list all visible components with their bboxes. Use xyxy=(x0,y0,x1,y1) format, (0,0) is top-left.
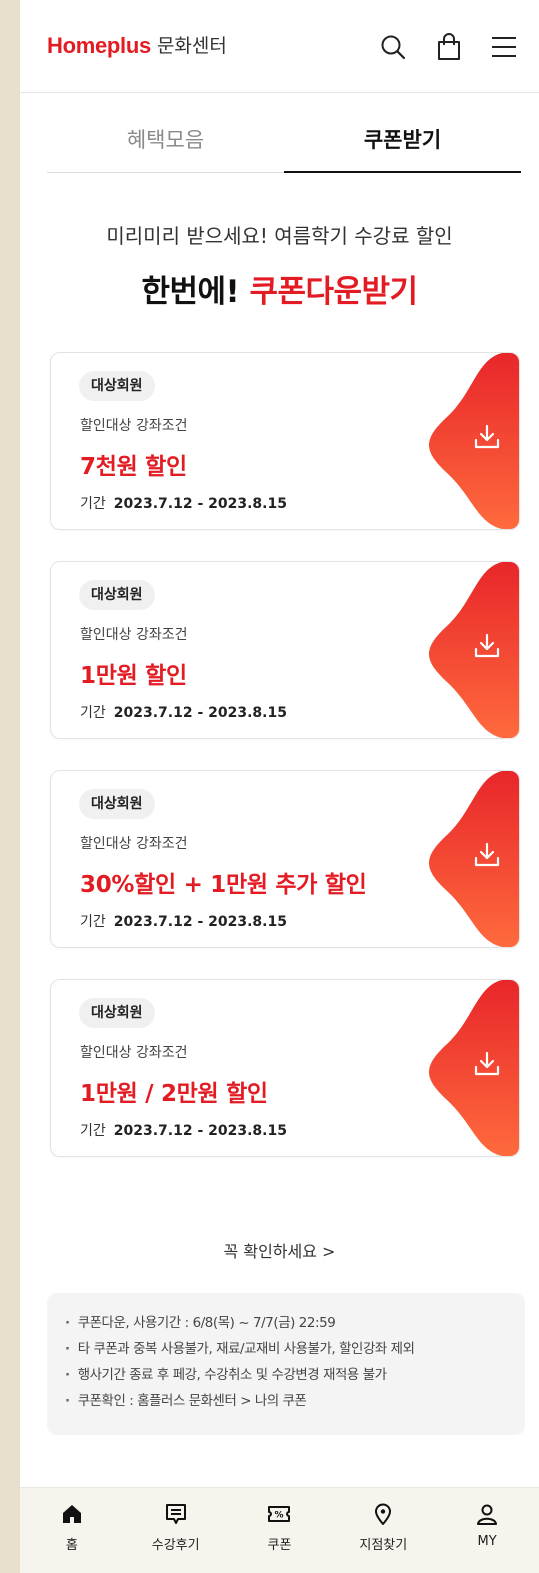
location-icon xyxy=(375,1503,392,1525)
period-dates: 2023.7.12 - 2023.8.15 xyxy=(113,705,287,721)
tab-bar: 혜택모음 쿠폰받기 xyxy=(47,112,521,173)
coupon-card: 대상회원 할인대상 강좌조건 30%할인 + 1만원 추가 할인 기간 2023.… xyxy=(50,770,520,948)
nav-label: MY xyxy=(477,1534,497,1549)
notice-item: 쿠폰다운, 사용기간 : 6/8(목) ~ 7/7(금) 22:59 xyxy=(65,1311,525,1337)
home-icon xyxy=(62,1505,81,1523)
coupon-condition: 할인대상 강좌조건 xyxy=(80,1045,188,1061)
logo[interactable]: Homeplus 문화센터 xyxy=(47,32,227,60)
period-label: 기간 xyxy=(80,1123,106,1139)
coupon-period: 기간 2023.7.12 - 2023.8.15 xyxy=(80,493,287,513)
notice-item: 타 쿠폰과 중복 사용불가, 재료/교재비 사용불가, 할인강좌 제외 xyxy=(65,1337,525,1363)
bottom-nav: 홈 수강후기 % 쿠폰 지점찾기 MY xyxy=(20,1487,539,1573)
svg-text:%: % xyxy=(275,1511,284,1521)
download-icon[interactable] xyxy=(473,841,501,869)
coupon-condition: 할인대상 강좌조건 xyxy=(80,627,188,643)
nav-item-find-branch[interactable]: 지점찾기 xyxy=(331,1488,435,1573)
coupon-period: 기간 2023.7.12 - 2023.8.15 xyxy=(80,1120,287,1140)
nav-item-reviews[interactable]: 수강후기 xyxy=(124,1488,228,1573)
page: Homeplus 문화센터 혜택모음 쿠폰받기 미리미리 받으세요! 여름학기 … xyxy=(20,0,539,1573)
promo-subtitle: 미리미리 받으세요! 여름학기 수강료 할인 xyxy=(106,224,453,248)
notice-box: 쿠폰다운, 사용기간 : 6/8(목) ~ 7/7(금) 22:59 타 쿠폰과… xyxy=(47,1293,525,1435)
download-icon[interactable] xyxy=(473,632,501,660)
header: Homeplus 문화센터 xyxy=(20,0,539,93)
coupon-discount: 30%할인 + 1만원 추가 할인 xyxy=(80,872,367,898)
nav-label: 지점찾기 xyxy=(359,1538,408,1553)
nav-item-my[interactable]: MY xyxy=(435,1488,539,1573)
coupon-period: 기간 2023.7.12 - 2023.8.15 xyxy=(80,702,287,722)
nav-item-home[interactable]: 홈 xyxy=(20,1488,124,1573)
promo-title-highlight: 쿠폰다운받기 xyxy=(249,274,418,310)
menu-icon[interactable] xyxy=(487,30,521,64)
nav-item-coupons[interactable]: % 쿠폰 xyxy=(228,1488,332,1573)
notice-item: 행사기간 종료 후 페강, 수강취소 및 수강변경 재적용 불가 xyxy=(65,1363,525,1389)
period-label: 기간 xyxy=(80,496,106,512)
period-label: 기간 xyxy=(80,914,106,930)
coupon-discount: 1만원 / 2만원 할인 xyxy=(80,1081,268,1107)
coupon-icon: % xyxy=(268,1506,291,1522)
coupon-badge: 대상회원 xyxy=(79,789,155,819)
coupon-card: 대상회원 할인대상 강좌조건 1만원 / 2만원 할인 기간 2023.7.12 … xyxy=(50,979,520,1157)
period-label: 기간 xyxy=(80,705,106,721)
search-icon[interactable] xyxy=(376,30,410,64)
shopping-bag-icon[interactable] xyxy=(432,30,466,64)
coupon-badge: 대상회원 xyxy=(79,998,155,1028)
promo-title: 한번에! 쿠폰다운받기 xyxy=(20,266,539,311)
review-icon xyxy=(165,1504,186,1524)
coupon-condition: 할인대상 강좌조건 xyxy=(80,418,188,434)
coupon-condition: 할인대상 강좌조건 xyxy=(80,836,188,852)
notice-link[interactable]: 꼭 확인하세요 > xyxy=(20,1238,539,1262)
coupon-discount: 7천원 할인 xyxy=(80,454,187,480)
tab-benefits[interactable]: 혜택모음 xyxy=(47,112,284,172)
download-icon[interactable] xyxy=(473,1050,501,1078)
download-icon[interactable] xyxy=(473,423,501,451)
period-dates: 2023.7.12 - 2023.8.15 xyxy=(113,914,287,930)
promo-title-prefix: 한번에! xyxy=(141,274,250,310)
nav-label: 쿠폰 xyxy=(267,1538,292,1553)
coupon-badge: 대상회원 xyxy=(79,580,155,610)
notice-item: 쿠폰확인 : 홈플러스 문화센터 > 나의 쿠폰 xyxy=(65,1389,525,1415)
logo-subtitle: 문화센터 xyxy=(156,35,227,57)
coupon-badge: 대상회원 xyxy=(79,371,155,401)
nav-label: 홈 xyxy=(65,1538,78,1553)
tab-get-coupons[interactable]: 쿠폰받기 xyxy=(284,112,521,173)
coupon-period: 기간 2023.7.12 - 2023.8.15 xyxy=(80,911,287,931)
logo-brand: Homeplus xyxy=(47,33,151,58)
nav-label: 수강후기 xyxy=(151,1538,200,1553)
user-icon xyxy=(477,1504,498,1525)
coupon-card: 대상회원 할인대상 강좌조건 1만원 할인 기간 2023.7.12 - 2023… xyxy=(50,561,520,739)
period-dates: 2023.7.12 - 2023.8.15 xyxy=(113,496,287,512)
period-dates: 2023.7.12 - 2023.8.15 xyxy=(113,1123,287,1139)
coupon-card: 대상회원 할인대상 강좌조건 7천원 할인 기간 2023.7.12 - 2023… xyxy=(50,352,520,530)
coupon-discount: 1만원 할인 xyxy=(80,663,187,689)
